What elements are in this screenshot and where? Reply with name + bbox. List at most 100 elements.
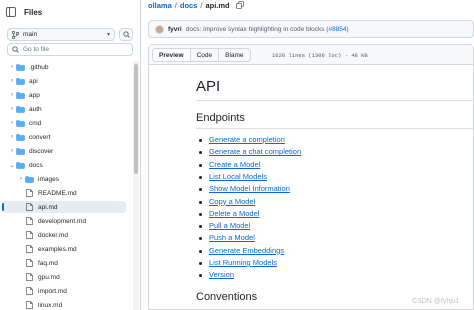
heading-divider <box>196 128 474 129</box>
tree-folder-item[interactable]: › cmd <box>2 117 126 129</box>
folder-icon <box>25 175 34 183</box>
breadcrumb: ollama / docs / api.md <box>148 0 244 10</box>
tree-file-item[interactable]: faq.md <box>2 257 126 269</box>
tree-item-label: .github <box>29 63 49 71</box>
list-bullet <box>199 212 202 216</box>
breadcrumb-separator: / <box>200 0 203 10</box>
commit-author[interactable]: fyvri <box>168 26 182 33</box>
tree-folder-item[interactable]: › discover <box>2 145 126 157</box>
toc-link[interactable]: Push a Model <box>209 233 255 242</box>
folder-icon <box>16 77 25 85</box>
file-stats: 1628 lines (1306 loc) · 48 KB <box>272 52 368 59</box>
tree-item-label: examples.md <box>38 245 77 253</box>
search-button[interactable] <box>119 28 133 41</box>
file-icon <box>25 301 34 309</box>
sidebar-scroll-thumb[interactable] <box>134 64 138 174</box>
toc-link[interactable]: Generate a chat completion <box>209 147 301 156</box>
folder-icon <box>16 161 25 169</box>
git-branch-icon <box>12 30 19 39</box>
chevron-down-icon: ▾ <box>106 32 110 38</box>
tree-item-label: development.md <box>38 217 87 225</box>
tree-folder-item[interactable]: › convert <box>2 131 126 143</box>
sidebar-collapse-icon <box>6 7 16 17</box>
tree-folder-item[interactable]: ⌄ docs <box>2 159 126 171</box>
toc-link[interactable]: Copy a Model <box>209 197 255 206</box>
breadcrumb-repo-link[interactable]: ollama <box>148 1 172 10</box>
branch-selector[interactable]: main ▾ <box>7 28 115 41</box>
toc-link[interactable]: Create a Model <box>209 160 260 169</box>
folder-icon <box>16 105 25 113</box>
tree-file-item[interactable]: development.md <box>2 215 126 227</box>
toc-link[interactable]: List Running Models <box>209 258 277 267</box>
list-bullet <box>199 175 202 179</box>
tree-folder-item[interactable]: › .github <box>2 61 126 73</box>
file-icon <box>25 287 34 295</box>
tree-file-item[interactable]: docker.md <box>2 229 126 241</box>
tree-item-label: gpu.md <box>38 273 60 281</box>
chevron-right-icon[interactable]: › <box>8 120 16 126</box>
chevron-right-icon[interactable]: › <box>8 78 16 84</box>
page-title: API <box>196 78 221 95</box>
tree-item-label: auth <box>29 105 42 113</box>
tree-item-label: docs <box>29 161 43 169</box>
list-bullet <box>199 262 202 265</box>
toc-link[interactable]: Version <box>209 270 234 279</box>
toc-link[interactable]: Generate Embeddings <box>209 246 284 255</box>
list-bullet <box>199 139 202 142</box>
tree-folder-item[interactable]: › app <box>2 89 126 101</box>
file-icon <box>25 203 34 211</box>
chevron-right-icon[interactable]: › <box>8 134 16 140</box>
go-to-file-field[interactable] <box>7 43 133 56</box>
breadcrumb-folder-link[interactable]: docs <box>180 1 198 10</box>
chevron-right-icon[interactable]: › <box>8 106 16 112</box>
tree-file-item[interactable]: linux.md <box>2 299 126 310</box>
section-heading-conventions: Conventions <box>196 291 258 303</box>
tree-item-label: discover <box>29 147 54 155</box>
tree-folder-item[interactable]: › auth <box>2 103 126 115</box>
tree-item-label: api.md <box>38 203 58 211</box>
commit-message[interactable]: docs: improve syntax highlighting in cod… <box>186 26 329 33</box>
toc-link[interactable]: Delete a Model <box>209 209 259 218</box>
tree-file-item[interactable]: api.md <box>2 201 126 213</box>
chevron-down-icon[interactable]: ⌄ <box>8 162 16 169</box>
commit-message-close: ) <box>346 25 349 33</box>
tree-file-item[interactable]: gpu.md <box>2 271 126 283</box>
chevron-right-icon[interactable]: › <box>8 92 16 98</box>
tree-file-item[interactable]: import.md <box>2 285 126 297</box>
go-to-file-input[interactable] <box>23 46 123 53</box>
tree-folder-item[interactable]: › api <box>2 75 126 87</box>
chevron-right-icon[interactable]: › <box>17 176 25 182</box>
breadcrumb-separator: / <box>174 0 177 10</box>
tree-item-label: import.md <box>38 287 67 295</box>
toc-link[interactable]: Pull a Model <box>209 221 250 230</box>
tree-file-item[interactable]: README.md <box>2 187 126 199</box>
avatar[interactable] <box>155 24 164 34</box>
sidebar-header: Files <box>0 0 141 24</box>
tree-file-item[interactable]: examples.md <box>2 243 126 255</box>
tab-blame[interactable]: Blame <box>219 49 249 61</box>
list-bullet <box>199 163 202 167</box>
branch-name: main <box>23 31 38 38</box>
breadcrumb-current-file: api.md <box>205 0 230 10</box>
tree-item-label: docker.md <box>38 231 68 239</box>
tree-item-label: images <box>38 175 59 183</box>
tab-code[interactable]: Code <box>191 49 220 61</box>
latest-commit-bar: fyvri docs: improve syntax highlighting … <box>148 20 474 38</box>
chevron-right-icon[interactable]: › <box>8 148 16 154</box>
view-mode-tabs: Preview Code Blame <box>152 48 251 62</box>
commit-pr-link[interactable]: #8854 <box>328 26 346 33</box>
search-icon <box>122 31 130 38</box>
tree-item-label: convert <box>29 133 51 141</box>
toc-link[interactable]: Show Model Information <box>209 184 290 193</box>
file-icon <box>25 273 34 281</box>
tab-preview[interactable]: Preview <box>153 49 191 61</box>
folder-icon <box>16 91 25 99</box>
toc-link[interactable]: Generate a completion <box>209 135 285 144</box>
chevron-right-icon[interactable]: › <box>8 64 16 70</box>
copy-path-icon[interactable] <box>235 1 244 9</box>
tree-folder-item[interactable]: › images <box>2 173 126 185</box>
watermark: CSDN @fyhju1 <box>412 298 460 305</box>
file-icon <box>25 189 34 197</box>
collapse-panel-button[interactable] <box>4 5 18 19</box>
toc-link[interactable]: List Local Models <box>209 172 267 181</box>
